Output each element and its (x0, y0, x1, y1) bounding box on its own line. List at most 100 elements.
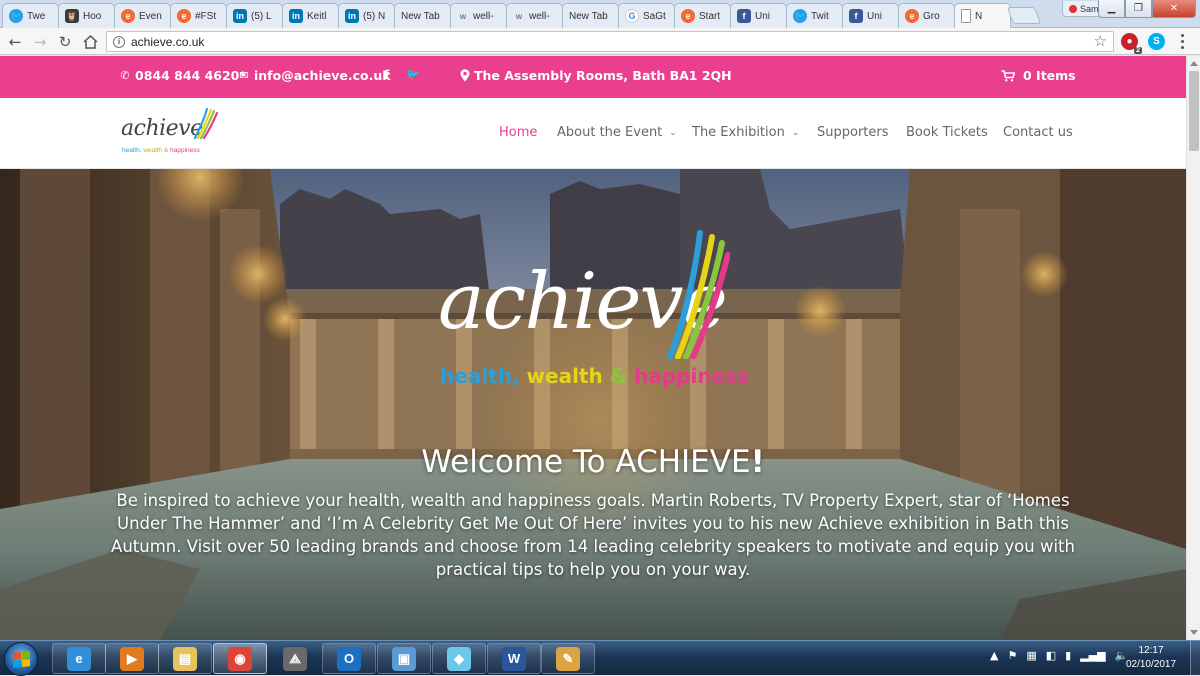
back-button[interactable]: ← (5, 32, 25, 52)
close-window-button[interactable]: ✕ (1152, 0, 1196, 18)
taskbar-app-button[interactable]: ◆ (432, 643, 486, 674)
facebook-link[interactable]: f (384, 68, 389, 82)
browser-tab[interactable]: in (5) L (226, 3, 283, 28)
browser-tab[interactable]: w well- (506, 3, 563, 28)
browser-tab-label: Keitl (307, 10, 327, 22)
nav-contact-us[interactable]: Contact us (1003, 125, 1073, 140)
clock-date: 02/10/2017 (1125, 659, 1177, 670)
page-scrollbar[interactable] (1186, 56, 1200, 640)
browser-tab[interactable]: 🐦 Twit (786, 3, 843, 28)
taskbar-app-button[interactable]: O (322, 643, 376, 674)
browser-tab[interactable]: w well- (450, 3, 507, 28)
nav-supporters[interactable]: Supporters (817, 125, 889, 140)
site-logo[interactable]: achieve health, wealth & happiness (121, 108, 221, 160)
url-text: achieve.co.uk (131, 34, 205, 49)
cart-link[interactable]: 0 Items (1001, 68, 1076, 83)
chrome-icon: ◉ (228, 646, 252, 671)
venue-address: The Assembly Rooms, Bath BA1 2QH (474, 68, 732, 83)
start-button[interactable] (4, 642, 38, 676)
browser-tab[interactable]: in Keitl (282, 3, 339, 28)
nav-home[interactable]: Home (499, 125, 537, 140)
address-bar[interactable]: i achieve.co.uk ☆ (106, 31, 1114, 52)
taskbar-app-button[interactable]: ▣ (377, 643, 431, 674)
browser-tab-label: Gro (923, 10, 940, 22)
envelope-icon: ✉ (239, 69, 249, 82)
linkedin-icon: in (233, 9, 247, 23)
browser-menu-button[interactable] (1175, 32, 1189, 50)
browser-tab-label: New Tab (569, 10, 608, 22)
browser-tab-label: (5) N (363, 10, 386, 22)
page-viewport: ✆ 0844 844 4620* ✉ info@achieve.co.uk f … (0, 56, 1186, 640)
browser-tab[interactable]: in (5) N (338, 3, 395, 28)
scroll-up-icon[interactable] (1190, 61, 1198, 66)
windows-logo-icon (12, 650, 30, 668)
taskbar-app-button[interactable]: ◉ (213, 643, 267, 674)
forward-button[interactable]: → (30, 32, 50, 52)
windows-taskbar: e ▶ ▤ ◉ ⟁ O ▣ ◆ W ✎ ▲ ⚑ ▦ ◧ ▮ ▂▄▆ 🔈 12:17 02/10/2… (0, 640, 1200, 676)
browser-tab[interactable]: f Uni (730, 3, 787, 28)
skype-extension-icon[interactable]: S (1148, 33, 1165, 50)
word-icon: W (502, 646, 526, 671)
email-address: info@achieve.co.uk (254, 68, 391, 83)
taskbar-app-button[interactable]: ⟁ (268, 643, 322, 674)
scrollbar-thumb[interactable] (1189, 71, 1199, 151)
lastpass-extension-icon[interactable]: ● 2 (1121, 33, 1142, 54)
email-link[interactable]: ✉ info@achieve.co.uk (238, 68, 391, 83)
browser-tab-label: well- (473, 10, 494, 22)
bookmark-star-icon[interactable]: ☆ (1094, 32, 1107, 50)
taskbar-app-button[interactable]: ✎ (541, 643, 595, 674)
taskbar-app-button[interactable]: ▶ (105, 643, 159, 674)
wt-icon: w (515, 11, 523, 21)
browser-tab[interactable]: e #FSt (170, 3, 227, 28)
taskbar-app-button[interactable]: ▤ (158, 643, 212, 674)
tray-app-icon[interactable]: ▦ (1026, 649, 1036, 662)
system-clock[interactable]: 12:17 02/10/2017 (1120, 644, 1182, 672)
tray-device-icon[interactable]: ▮ (1065, 649, 1071, 662)
hootsuite-icon: 🦉 (65, 9, 79, 23)
nav-about-the-event[interactable]: About the Event ⌄ (557, 125, 677, 140)
browser-tab-label: SaGt (643, 10, 666, 22)
browser-tab[interactable]: 🐦 Twe (2, 3, 59, 28)
cart-count: 0 Items (1023, 68, 1076, 83)
browser-tab[interactable]: e Start (674, 3, 731, 28)
arrow-left-icon: ← (8, 33, 22, 51)
browser-tab[interactable]: 🦉 Hoo (58, 3, 115, 28)
new-tab-button[interactable] (1006, 7, 1042, 24)
twitter-link[interactable]: 🐦 (406, 68, 420, 81)
hero-logo-tagline: health, wealth & happiness (440, 364, 749, 388)
show-hidden-icons-icon[interactable]: ▲ (990, 649, 998, 662)
restore-button[interactable]: ❐ (1125, 0, 1152, 18)
file-explorer-icon: ▤ (173, 646, 197, 671)
chevron-down-icon: ⌄ (669, 127, 677, 138)
browser-tab[interactable]: New Tab (394, 3, 451, 28)
arrow-right-icon: → (33, 33, 47, 51)
nav-supporters-label: Supporters (817, 125, 889, 140)
reload-button[interactable]: ↻ (55, 32, 75, 52)
tray-status-icon[interactable]: ◧ (1046, 649, 1056, 662)
facebook-icon: f (384, 68, 390, 82)
taskbar-app-button[interactable]: W (487, 643, 541, 674)
taskbar-app-button[interactable]: e (52, 643, 106, 674)
browser-tab[interactable]: f Uni (842, 3, 899, 28)
nav-book-tickets[interactable]: Book Tickets (906, 125, 988, 140)
action-center-flag-icon[interactable]: ⚑ (1007, 649, 1017, 662)
hero-heading: Welcome To ACHIEVE! (0, 444, 1186, 480)
nav-exhibition-label: The Exhibition (692, 125, 785, 140)
hero-banner: achieve health, wealth & happiness Welco… (0, 169, 1186, 640)
minimize-button[interactable]: ▁ (1098, 0, 1125, 18)
browser-tab[interactable]: e Even (114, 3, 171, 28)
browser-tab[interactable]: G SaGt (618, 3, 675, 28)
browser-tab[interactable]: New Tab (562, 3, 619, 28)
nav-the-exhibition[interactable]: The Exhibition ⌄ (692, 125, 799, 140)
address-link[interactable]: The Assembly Rooms, Bath BA1 2QH (460, 68, 732, 83)
site-info-icon[interactable]: i (113, 35, 125, 48)
browser-tab[interactable]: e Gro (898, 3, 955, 28)
paint-icon: ✎ (556, 646, 580, 671)
home-button[interactable] (80, 32, 100, 52)
network-signal-icon[interactable]: ▂▄▆ (1080, 649, 1105, 662)
scroll-down-icon[interactable] (1190, 630, 1198, 635)
eventbrite-icon: e (905, 9, 919, 23)
phone-link[interactable]: ✆ 0844 844 4620* (119, 68, 246, 83)
show-desktop-button[interactable] (1190, 641, 1200, 676)
browser-tab[interactable]: N (954, 3, 1011, 28)
